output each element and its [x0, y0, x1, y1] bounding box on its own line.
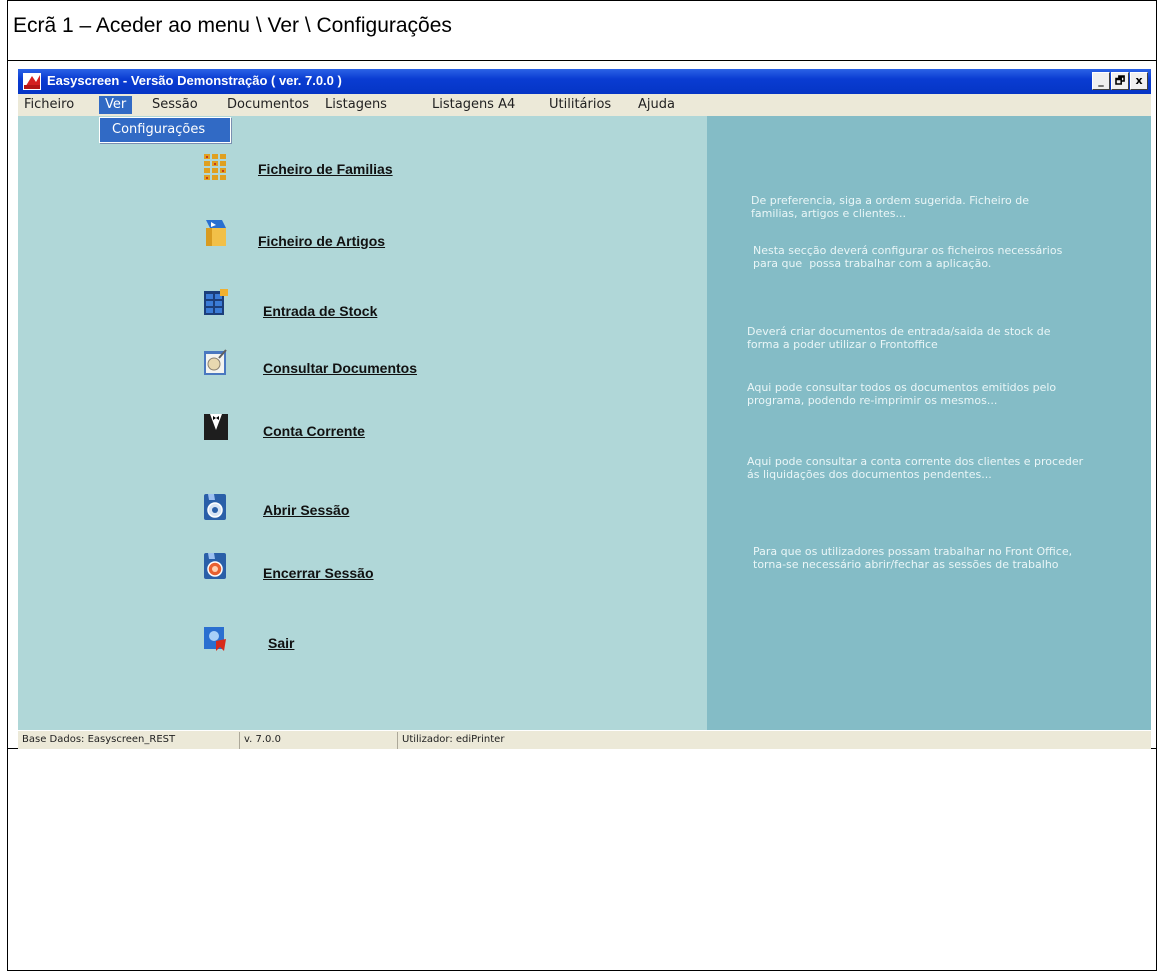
- hint-familias: De preferencia, siga a ordem sugerida. F…: [751, 194, 1029, 220]
- hint-stock: Deverá criar documentos de entrada/saida…: [747, 325, 1051, 351]
- menu-documentos[interactable]: Documentos: [221, 96, 315, 114]
- exit-icon[interactable]: [204, 625, 228, 651]
- restore-button[interactable]: 🗗: [1111, 72, 1129, 90]
- screen-caption: Ecrã 1 – Aceder ao menu \ Ver \ Configur…: [13, 14, 452, 37]
- menu-utilitarios[interactable]: Utilitários: [543, 96, 617, 114]
- help-panel: De preferencia, siga a ordem sugerida. F…: [707, 116, 1151, 730]
- hint-documentos: Aqui pode consultar todos os documentos …: [747, 381, 1057, 407]
- nav-ficheiro-artigos[interactable]: Ficheiro de Artigos: [258, 233, 385, 249]
- hint-artigos: Nesta secção deverá configurar os fichei…: [753, 244, 1063, 270]
- status-user: Utilizador: ediPrinter: [402, 734, 505, 745]
- menu-bar: Ficheiro Ver Sessão Documentos Listagens…: [18, 94, 1151, 116]
- status-bar: Base Dados: Easyscreen_REST v. 7.0.0 Uti…: [18, 730, 1151, 749]
- menu-ver[interactable]: Ver: [99, 96, 133, 114]
- hint-conta-corrente: Aqui pode consultar a conta corrente dos…: [747, 455, 1084, 481]
- title-bar[interactable]: Easyscreen - Versão Demonstração ( ver. …: [18, 69, 1151, 94]
- nav-ficheiro-familias[interactable]: Ficheiro de Familias: [258, 161, 393, 177]
- menu-ficheiro[interactable]: Ficheiro: [18, 96, 80, 114]
- nav-abrir-sessao[interactable]: Abrir Sessão: [263, 502, 349, 518]
- nav-encerrar-sessao[interactable]: Encerrar Sessão: [263, 565, 374, 581]
- easyscreen-logo-icon: [23, 73, 41, 90]
- nav-entrada-stock[interactable]: Entrada de Stock: [263, 303, 377, 319]
- close-button[interactable]: x: [1130, 72, 1148, 90]
- ver-dropdown-menu: Configurações: [99, 117, 231, 143]
- hint-sessao: Para que os utilizadores possam trabalha…: [753, 545, 1073, 571]
- articles-box-icon[interactable]: [204, 220, 228, 246]
- window-title: Easyscreen - Versão Demonstração ( ver. …: [47, 73, 342, 88]
- nav-sair[interactable]: Sair: [268, 635, 294, 651]
- close-session-icon[interactable]: [204, 553, 228, 579]
- menu-ajuda[interactable]: Ajuda: [632, 96, 681, 114]
- menu-sessao[interactable]: Sessão: [146, 96, 204, 114]
- menu-listagens-a4[interactable]: Listagens A4: [426, 96, 521, 114]
- divider: [7, 60, 1157, 61]
- app-window: Easyscreen - Versão Demonstração ( ver. …: [18, 69, 1151, 749]
- tuxedo-icon[interactable]: [204, 414, 228, 440]
- menu-item-configuracoes[interactable]: Configurações: [112, 122, 205, 137]
- status-database: Base Dados: Easyscreen_REST: [18, 732, 240, 749]
- open-session-icon[interactable]: [204, 494, 228, 520]
- menu-listagens[interactable]: Listagens: [319, 96, 393, 114]
- nav-conta-corrente[interactable]: Conta Corrente: [263, 423, 365, 439]
- status-version: v. 7.0.0: [240, 732, 398, 749]
- documents-search-icon[interactable]: [204, 349, 228, 375]
- nav-consultar-documentos[interactable]: Consultar Documentos: [263, 360, 417, 376]
- families-grid-icon[interactable]: [204, 154, 228, 180]
- stock-entry-icon[interactable]: [204, 289, 228, 315]
- minimize-button[interactable]: _: [1092, 72, 1110, 90]
